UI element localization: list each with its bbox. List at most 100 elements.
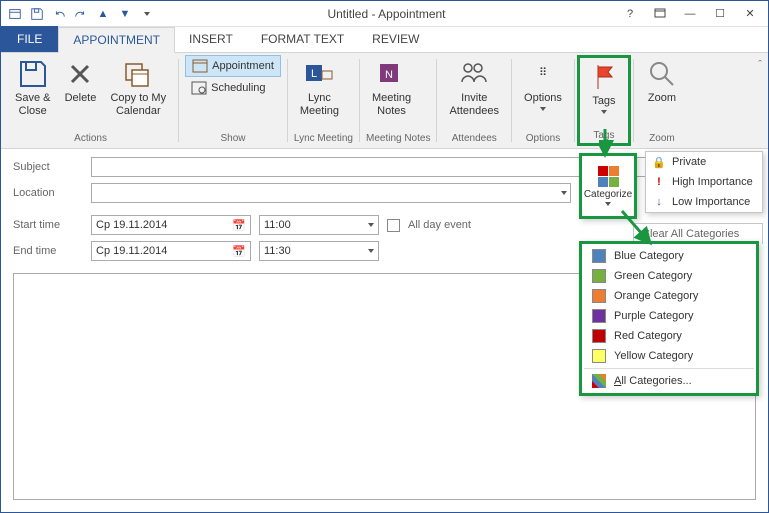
- all-categories-item[interactable]: All Categories...: [584, 368, 754, 391]
- tags-side-menu: 🔒 Private ! High Importance ↓ Low Import…: [645, 151, 763, 213]
- scheduling-view-button[interactable]: Scheduling: [185, 77, 281, 99]
- category-swatch: [592, 329, 606, 343]
- tab-insert[interactable]: INSERT: [175, 26, 247, 52]
- group-options: ⠿ Options Options: [514, 55, 572, 146]
- qat-save-icon[interactable]: [27, 4, 47, 24]
- attendees-icon: [458, 58, 490, 90]
- qat-customize-icon[interactable]: [137, 4, 157, 24]
- group-actions: Save & Close Delete Copy to My Calendar …: [5, 55, 176, 146]
- all-categories-label: All Categories...: [614, 375, 692, 387]
- collapse-ribbon-icon[interactable]: ˆ: [758, 59, 762, 71]
- help-icon[interactable]: ?: [616, 4, 644, 24]
- svg-text:N: N: [385, 69, 393, 81]
- subject-label: Subject: [13, 161, 83, 173]
- low-importance-icon: ↓: [652, 195, 666, 209]
- invite-attendees-button[interactable]: Invite Attendees: [443, 55, 505, 121]
- categorize-menu: Blue Category Green Category Orange Catego…: [579, 241, 759, 396]
- tab-review[interactable]: REVIEW: [358, 26, 433, 52]
- category-label: Orange Category: [614, 290, 698, 302]
- save-close-button[interactable]: Save & Close: [9, 55, 56, 121]
- tab-appointment[interactable]: APPOINTMENT: [58, 27, 175, 53]
- category-swatch: [592, 269, 606, 283]
- group-show: Appointment Scheduling Show: [181, 55, 285, 146]
- end-time-input[interactable]: 11:30: [259, 241, 379, 261]
- tab-format-text[interactable]: FORMAT TEXT: [247, 26, 358, 52]
- categorize-button[interactable]: Categorize: [579, 153, 637, 219]
- group-notes: N Meeting Notes Meeting Notes: [362, 55, 434, 146]
- categorize-grid-icon: [598, 166, 619, 187]
- category-item[interactable]: Red Category: [584, 326, 754, 346]
- qat-next-icon[interactable]: ▼: [115, 4, 135, 24]
- maximize-icon[interactable]: ☐: [706, 4, 734, 24]
- group-attendees: Invite Attendees Attendees: [439, 55, 509, 146]
- save-close-icon: [17, 58, 49, 90]
- options-icon: ⠿: [527, 58, 559, 90]
- start-time-label: Start time: [13, 219, 83, 231]
- category-swatch: [592, 249, 606, 263]
- lock-icon: 🔒: [652, 155, 666, 169]
- low-importance-button[interactable]: ↓ Low Importance: [646, 192, 762, 212]
- calendar-icon[interactable]: 📅: [232, 245, 246, 258]
- group-lync: L Lync Meeting Lync Meeting: [290, 55, 357, 146]
- calendar-copy-icon: [122, 58, 154, 90]
- group-tags: Tags Tags: [577, 55, 631, 146]
- chevron-down-icon: [601, 110, 607, 114]
- category-item[interactable]: Purple Category: [584, 306, 754, 326]
- high-importance-button[interactable]: ! High Importance: [646, 172, 762, 192]
- scheduling-icon: [191, 80, 207, 96]
- category-item[interactable]: Green Category: [584, 266, 754, 286]
- chevron-down-icon: [605, 202, 611, 206]
- ribbon-tabs: FILE APPOINTMENT INSERT FORMAT TEXT REVI…: [1, 27, 768, 53]
- category-label: Purple Category: [614, 310, 694, 322]
- high-importance-icon: !: [652, 175, 666, 189]
- category-item[interactable]: Orange Category: [584, 286, 754, 306]
- category-label: Green Category: [614, 270, 692, 282]
- all-day-label: All day event: [408, 219, 471, 231]
- appointment-icon: [192, 58, 208, 74]
- location-label: Location: [13, 187, 83, 199]
- end-date-input[interactable]: Cp 19.11.2014 📅: [91, 241, 251, 261]
- tab-file[interactable]: FILE: [1, 26, 58, 52]
- category-swatch: [592, 349, 606, 363]
- category-label: Blue Category: [614, 250, 684, 262]
- qat-undo-icon[interactable]: [49, 4, 69, 24]
- all-categories-icon: [592, 374, 606, 388]
- zoom-button[interactable]: Zoom: [640, 55, 684, 108]
- tags-button[interactable]: Tags: [582, 58, 626, 117]
- lync-icon: L: [303, 58, 335, 90]
- calendar-icon[interactable]: 📅: [232, 219, 246, 232]
- chevron-down-icon[interactable]: [368, 223, 374, 227]
- delete-icon: [64, 58, 96, 90]
- minimize-icon[interactable]: —: [676, 4, 704, 24]
- end-time-label: End time: [13, 245, 83, 257]
- category-label: Red Category: [614, 330, 682, 342]
- app-window: ▲ ▼ Untitled - Appointment ? — ☐ ✕ FILE …: [0, 0, 769, 513]
- copy-calendar-button[interactable]: Copy to My Calendar: [104, 55, 172, 121]
- zoom-icon: [646, 58, 678, 90]
- start-time-input[interactable]: 11:00: [259, 215, 379, 235]
- meeting-notes-button[interactable]: N Meeting Notes: [366, 55, 417, 121]
- appointment-view-button[interactable]: Appointment: [185, 55, 281, 77]
- ribbon: ˆ Save & Close Delete Copy to My Calenda…: [1, 53, 768, 149]
- flag-icon: [588, 61, 620, 93]
- qat-prev-icon[interactable]: ▲: [93, 4, 113, 24]
- app-icon: [5, 4, 25, 24]
- chevron-down-icon: [540, 107, 546, 111]
- category-item[interactable]: Yellow Category: [584, 346, 754, 366]
- location-dropdown-icon[interactable]: [561, 191, 567, 195]
- lync-meeting-button[interactable]: L Lync Meeting: [294, 55, 345, 121]
- ribbon-toggle-icon[interactable]: [646, 4, 674, 24]
- close-icon[interactable]: ✕: [736, 4, 764, 24]
- qat-redo-icon[interactable]: [71, 4, 91, 24]
- group-zoom: Zoom Zoom: [636, 55, 688, 146]
- private-toggle[interactable]: 🔒 Private: [646, 152, 762, 172]
- delete-button[interactable]: Delete: [58, 55, 102, 108]
- start-date-input[interactable]: Cp 19.11.2014 📅: [91, 215, 251, 235]
- category-item[interactable]: Blue Category: [584, 246, 754, 266]
- onenote-icon: N: [376, 58, 408, 90]
- titlebar: ▲ ▼ Untitled - Appointment ? — ☐ ✕: [1, 1, 768, 27]
- all-day-checkbox[interactable]: [387, 219, 400, 232]
- options-button[interactable]: ⠿ Options: [518, 55, 568, 114]
- location-input[interactable]: [91, 183, 571, 203]
- chevron-down-icon[interactable]: [368, 249, 374, 253]
